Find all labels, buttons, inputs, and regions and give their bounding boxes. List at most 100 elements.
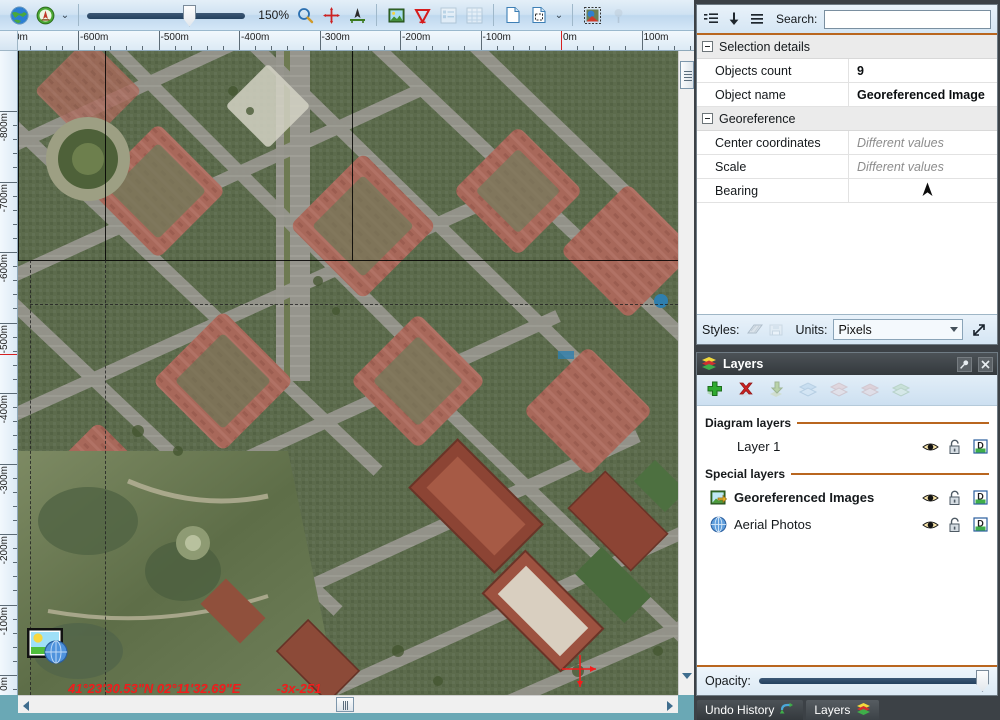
property-value-bearing[interactable]	[849, 179, 997, 202]
properties-search-bar: Search:	[697, 5, 997, 35]
svg-text:D: D	[977, 492, 984, 502]
unlocked-padlock-icon[interactable]	[946, 489, 964, 507]
horizontal-scrollbar-thumb[interactable]	[336, 697, 354, 712]
print-layer-icon[interactable]: D	[971, 438, 989, 456]
group-title: Georeference	[719, 112, 795, 126]
layer-row-layer-1[interactable]: Layer 1	[705, 433, 989, 460]
horizontal-ruler[interactable]: -700m-600m-500m-400m-300m-200m-100m0m100…	[18, 31, 694, 51]
canvas-horizontal-scrollbar[interactable]	[18, 695, 678, 713]
expand-panel-icon[interactable]	[971, 322, 987, 338]
property-row-bearing[interactable]: Bearing	[697, 179, 997, 203]
layer-row-georeferenced-images[interactable]: Georeferenced Images	[705, 484, 989, 511]
map-canvas[interactable]: 41°23'30.53"N 02°11'32.69"E -3x-251	[18, 51, 678, 695]
ruler-tick	[0, 605, 18, 606]
search-input[interactable]	[824, 10, 991, 29]
scroll-right-arrow-icon[interactable]	[667, 701, 673, 711]
property-value[interactable]: Different values	[849, 155, 997, 178]
new-document-icon[interactable]	[500, 3, 526, 28]
collapse-icon[interactable]	[702, 41, 713, 52]
group-title: Selection details	[719, 40, 810, 54]
property-value[interactable]: Different values	[849, 131, 997, 154]
close-icon[interactable]	[978, 357, 993, 372]
georeferenced-image-icon[interactable]	[579, 3, 605, 28]
marker-icon[interactable]	[409, 3, 435, 28]
layer-name[interactable]: Aerial Photos	[734, 517, 914, 532]
section-divider	[791, 473, 989, 475]
group-header-georeference[interactable]: Georeference	[697, 107, 997, 131]
select-document-icon[interactable]	[526, 3, 552, 28]
property-row-object-name[interactable]: Object name Georeferenced Image	[697, 83, 997, 107]
opacity-slider-thumb[interactable]	[976, 670, 989, 692]
scroll-left-arrow-icon[interactable]	[23, 701, 29, 711]
group-by-icon[interactable]	[703, 11, 719, 27]
chevron-down-icon[interactable]: ⌄	[552, 10, 566, 21]
merge-layer-icon[interactable]	[767, 380, 787, 400]
scrollbar-grip	[343, 701, 349, 710]
tab-layers[interactable]: Layers	[806, 700, 879, 720]
ruler-tick	[0, 111, 18, 112]
save-style-icon[interactable]	[768, 322, 784, 338]
selection-outline-horizontal	[30, 304, 678, 305]
scroll-down-arrow-icon[interactable]	[682, 673, 692, 679]
property-row-center-coordinates[interactable]: Center coordinates Different values	[697, 131, 997, 155]
add-layer-icon[interactable]	[705, 380, 725, 400]
chevron-down-icon[interactable]: ⌄	[58, 10, 72, 21]
unlocked-padlock-icon[interactable]	[946, 438, 964, 456]
zoom-slider[interactable]	[87, 3, 245, 28]
units-select[interactable]: Pixels	[833, 319, 963, 340]
layer-row-aerial-photos[interactable]: Aerial Photos	[705, 511, 989, 538]
chevron-down-icon[interactable]	[950, 327, 958, 332]
print-layer-icon[interactable]: D	[971, 516, 989, 534]
insert-image-icon[interactable]	[383, 3, 409, 28]
move-layer-down-icon	[829, 380, 849, 400]
layers-list: Diagram layers Layer 1	[697, 406, 997, 651]
opacity-slider[interactable]	[759, 670, 989, 692]
bearing-north-arrow-icon	[919, 181, 936, 201]
section-divider	[797, 422, 989, 424]
magnifier-icon[interactable]	[292, 3, 318, 28]
unlocked-padlock-icon[interactable]	[946, 516, 964, 534]
layer-name[interactable]: Georeferenced Images	[734, 490, 914, 505]
scale-bar-icon[interactable]	[344, 3, 370, 28]
move-layer-up-icon	[798, 380, 818, 400]
opacity-control: Opacity:	[697, 665, 997, 695]
sort-descending-icon[interactable]	[726, 11, 742, 27]
property-value[interactable]: 9	[849, 59, 997, 82]
ruler-label: -300m	[320, 32, 350, 43]
property-value[interactable]: Georeferenced Image	[849, 83, 997, 106]
ruler-tick	[0, 323, 18, 324]
list-mode-icon[interactable]	[749, 11, 765, 27]
vertical-scrollbar-thumb[interactable]	[680, 61, 694, 89]
svg-text:D: D	[977, 441, 984, 451]
group-header-selection-details[interactable]: Selection details	[697, 35, 997, 59]
move-crosshair-icon[interactable]	[318, 3, 344, 28]
eye-icon[interactable]	[921, 516, 939, 534]
layers-section-diagram: Diagram layers	[705, 416, 989, 430]
tab-undo-history[interactable]: Undo History	[697, 700, 803, 720]
vertical-ruler[interactable]: -800m-700m-600m-500m-400m-300m-200m-100m…	[0, 51, 18, 695]
layer-name[interactable]: Layer 1	[709, 439, 914, 454]
pin-icon[interactable]	[957, 357, 972, 372]
delete-layer-icon[interactable]	[736, 380, 756, 400]
collapse-icon[interactable]	[702, 113, 713, 124]
toolbar-separator	[493, 4, 494, 26]
opacity-label: Opacity:	[705, 674, 751, 688]
aerial-photo-marker-icon[interactable]	[26, 626, 72, 668]
ruler-label: -700m	[0, 184, 10, 212]
canvas-vertical-scrollbar[interactable]	[678, 51, 694, 695]
eye-icon[interactable]	[921, 438, 939, 456]
ruler-label: -100m	[0, 607, 10, 635]
zoom-slider-thumb[interactable]	[183, 5, 196, 27]
globe-icon[interactable]	[6, 3, 32, 28]
property-row-scale[interactable]: Scale Different values	[697, 155, 997, 179]
toolbar-separator	[572, 4, 573, 26]
styles-swatch-icon[interactable]	[746, 322, 762, 338]
layers-icon	[856, 702, 871, 718]
ruler-label: -200m	[0, 536, 10, 564]
zoom-level-label: 150%	[253, 8, 289, 22]
georeference-tool-icon[interactable]	[32, 3, 58, 28]
print-layer-icon[interactable]: D	[971, 489, 989, 507]
toolbar-separator	[376, 4, 377, 26]
eye-icon[interactable]	[921, 489, 939, 507]
property-row-objects-count[interactable]: Objects count 9	[697, 59, 997, 83]
